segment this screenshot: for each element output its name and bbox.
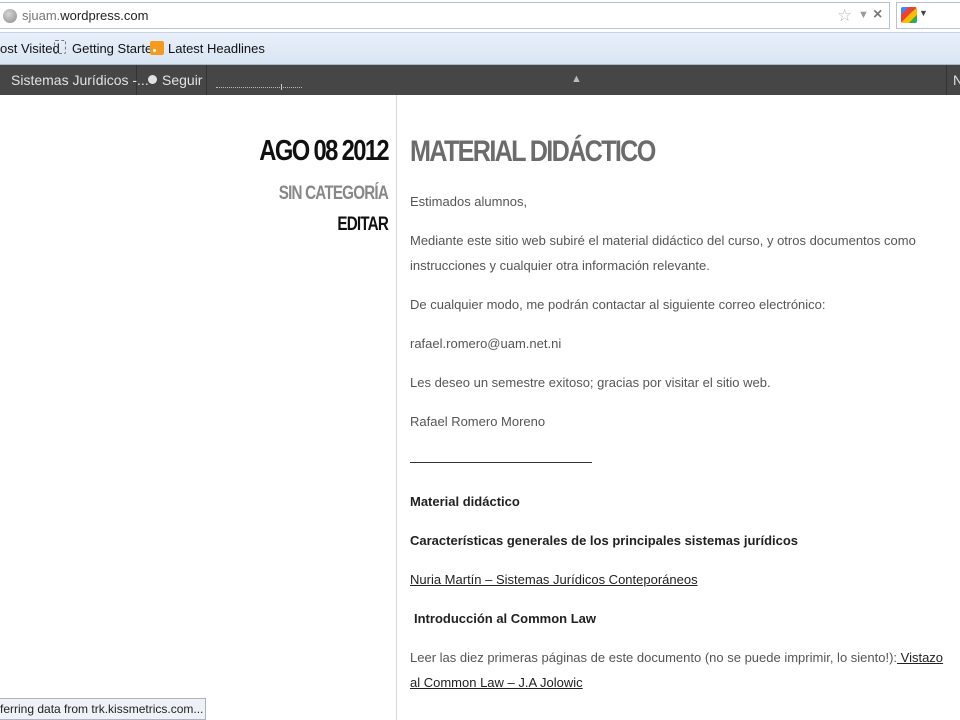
bookmark-star-icon[interactable]: ☆ <box>837 6 852 26</box>
admin-bar-separator <box>946 65 947 95</box>
chevron-down-icon[interactable]: ▼ <box>919 8 928 18</box>
bookmarks-toolbar: ost Visited Getting Started Latest Headl… <box>0 33 960 65</box>
wishes-paragraph: Les deseo un semestre exitoso; gracias p… <box>410 375 771 390</box>
address-bar-row: sjuam.wordpress.com ☆ ▼ × ▼ <box>0 0 960 33</box>
post-content: MATERIAL DIDÁCTICO Estimados alumnos, Me… <box>410 135 950 695</box>
email-text: rafael.romero@uam.net.ni <box>410 336 562 351</box>
post-date[interactable]: AGO 08 2012 <box>242 135 389 168</box>
follow-label: Seguir <box>162 72 203 88</box>
contact-paragraph: De cualquier modo, me podrán contactar a… <box>410 297 826 312</box>
url-field[interactable]: sjuam.wordpress.com ☆ ▼ × <box>0 2 890 29</box>
admin-bar-right-item[interactable]: N <box>953 72 960 88</box>
bookmark-latest-headlines[interactable]: Latest Headlines <box>168 41 265 56</box>
bookmark-most-visited[interactable]: ost Visited <box>0 41 60 56</box>
browser-status-popup: ferring data from trk.kissmetrics.com... <box>0 698 206 720</box>
plus-icon <box>148 75 157 84</box>
post-meta: AGO 08 2012 SIN CATEGORÍA EDITAR <box>210 135 389 236</box>
collapse-arrow-icon[interactable]: ▲ <box>571 73 582 85</box>
rss-icon <box>150 41 164 55</box>
post-title[interactable]: MATERIAL DIDÁCTICO <box>410 135 864 169</box>
edit-post-link[interactable]: EDITAR <box>246 214 388 236</box>
subheading-common-law: Introducción al Common Law <box>414 611 597 626</box>
url-text[interactable]: sjuam.wordpress.com <box>22 8 148 23</box>
column-divider <box>396 95 397 720</box>
admin-bar-site-link[interactable]: Sistemas Jurídicos -... <box>0 65 149 95</box>
wordpress-admin-bar: Sistemas Jurídicos -... Seguir ▲ N <box>0 65 960 95</box>
globe-icon <box>3 9 17 23</box>
admin-bar-search-input[interactable] <box>216 87 302 88</box>
bookmark-getting-started[interactable]: Getting Started <box>72 41 159 56</box>
stop-icon[interactable]: × <box>873 6 882 24</box>
google-icon[interactable] <box>901 7 917 23</box>
history-dropdown-icon[interactable]: ▼ <box>858 9 869 21</box>
document-link-nuria-martin[interactable]: Nuria Martín – Sistemas Jurídicos Contep… <box>410 572 698 587</box>
reading-instruction: Leer las diez primeras páginas de este d… <box>410 650 898 665</box>
greeting-text: Estimados alumnos, <box>410 194 528 209</box>
text-caret <box>281 84 282 90</box>
folder-icon <box>54 40 66 54</box>
section-heading: Material didáctico <box>410 494 520 509</box>
intro-paragraph: Mediante este sitio web subiré el materi… <box>410 233 916 273</box>
post-category-link[interactable]: SIN CATEGORÍA <box>246 183 389 205</box>
subheading-characteristics: Características generales de los princip… <box>410 533 799 548</box>
search-engine-box[interactable]: ▼ <box>896 2 960 29</box>
signature-text: Rafael Romero Moreno <box>410 414 546 429</box>
follow-button[interactable]: Seguir <box>137 65 207 95</box>
